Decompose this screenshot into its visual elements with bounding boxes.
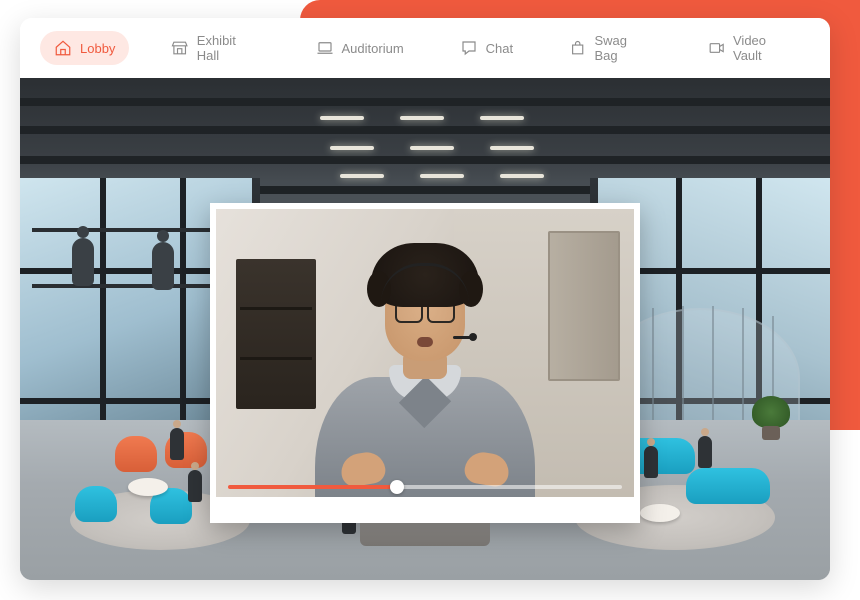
nav-label: Video Vault (733, 33, 796, 63)
top-nav: Lobby Exhibit Hall Auditorium Chat Swag … (20, 18, 830, 78)
scene-balcony (32, 228, 232, 288)
nav-video-vault[interactable]: Video Vault (694, 25, 810, 71)
video-progress-bar[interactable] (228, 485, 622, 489)
nav-label: Auditorium (342, 41, 404, 56)
nav-label: Exhibit Hall (197, 33, 260, 63)
bag-icon (569, 39, 586, 57)
video-icon (708, 39, 725, 57)
video-progress-fill (228, 485, 397, 489)
home-icon (54, 39, 72, 57)
nav-lobby[interactable]: Lobby (40, 31, 129, 65)
nav-auditorium[interactable]: Auditorium (302, 31, 418, 65)
nav-chat[interactable]: Chat (446, 31, 527, 65)
chat-icon (460, 39, 478, 57)
lobby-viewport[interactable]: Info (20, 78, 830, 580)
video-player[interactable] (216, 209, 634, 497)
nav-label: Lobby (80, 41, 115, 56)
storefront-icon (171, 39, 188, 57)
video-presenter (285, 267, 565, 497)
nav-swag-bag[interactable]: Swag Bag (555, 25, 666, 71)
nav-label: Swag Bag (594, 33, 651, 63)
nav-exhibit-hall[interactable]: Exhibit Hall (157, 25, 273, 71)
laptop-icon (316, 39, 334, 57)
welcome-video-modal (210, 203, 640, 523)
app-window: Lobby Exhibit Hall Auditorium Chat Swag … (20, 18, 830, 580)
nav-label: Chat (486, 41, 513, 56)
